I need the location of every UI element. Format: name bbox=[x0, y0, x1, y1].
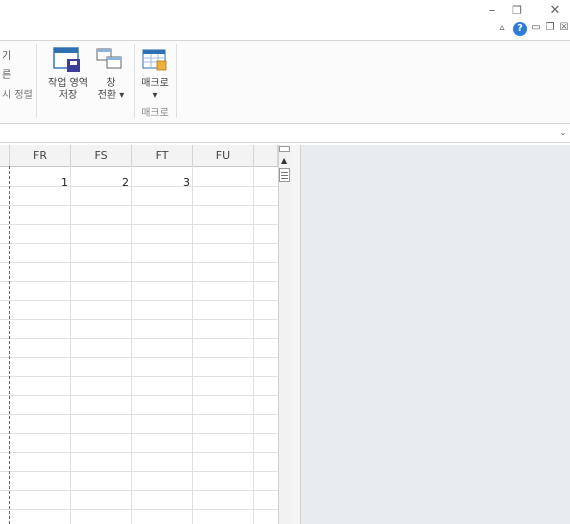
row-gridline bbox=[0, 414, 278, 415]
spreadsheet-grid[interactable] bbox=[0, 145, 278, 524]
ribbon-group-separator bbox=[36, 44, 37, 118]
row-gridline bbox=[0, 300, 278, 301]
column-gridline bbox=[131, 166, 132, 524]
scroll-up-icon[interactable]: ▲ bbox=[281, 157, 287, 165]
ribbon-group-separator bbox=[176, 44, 177, 118]
side-panel bbox=[301, 145, 570, 524]
macros-label: 매크로 ▾ bbox=[141, 78, 169, 101]
column-header-fr[interactable]: FR bbox=[10, 145, 71, 167]
switch-windows-label: 창 전환 ▾ bbox=[97, 78, 125, 101]
ribbon-partial-label[interactable]: 기 bbox=[2, 47, 11, 62]
doc-close-button[interactable]: ☒ bbox=[557, 21, 570, 35]
save-workspace-button[interactable] bbox=[52, 46, 82, 74]
formula-bar[interactable] bbox=[0, 124, 570, 143]
close-button[interactable]: ✕ bbox=[545, 2, 565, 20]
cell-fs1[interactable]: 2 bbox=[71, 176, 129, 189]
doc-restore-button[interactable]: ❐ bbox=[543, 21, 557, 35]
switch-windows-icon bbox=[96, 48, 122, 69]
ribbon-partial-label[interactable]: 른 bbox=[2, 66, 11, 81]
row-gridline bbox=[0, 262, 278, 263]
row-gridline bbox=[0, 357, 278, 358]
column-gridline bbox=[70, 166, 71, 524]
column-header[interactable] bbox=[254, 145, 278, 167]
macros-button[interactable] bbox=[142, 48, 168, 74]
page-break-line bbox=[9, 166, 10, 524]
row-gridline bbox=[0, 433, 278, 434]
row-gridline bbox=[0, 395, 278, 396]
row-gridline bbox=[0, 319, 278, 320]
row-gridline bbox=[0, 205, 278, 206]
cell-fr1[interactable]: 1 bbox=[10, 176, 68, 189]
minimize-button[interactable]: – bbox=[482, 2, 502, 20]
ribbon-partial-label[interactable]: 시 정렬 bbox=[2, 86, 33, 101]
column-gridline bbox=[253, 166, 254, 524]
panel-splitter[interactable] bbox=[292, 145, 301, 524]
column-header-ft[interactable]: FT bbox=[132, 145, 193, 167]
thumb-grip bbox=[281, 175, 288, 176]
restore-button[interactable]: ❐ bbox=[507, 2, 527, 20]
save-workspace-icon bbox=[53, 47, 80, 72]
column-header-fu[interactable]: FU bbox=[193, 145, 254, 167]
row-gridline bbox=[0, 338, 278, 339]
help-icon[interactable]: ? bbox=[513, 22, 527, 36]
ribbon-group-separator bbox=[134, 44, 135, 118]
switch-windows-button[interactable] bbox=[95, 46, 125, 74]
row-gridline bbox=[0, 471, 278, 472]
row-gridline bbox=[0, 224, 278, 225]
row-gridline bbox=[0, 490, 278, 491]
row-gridline bbox=[0, 281, 278, 282]
row-gridline bbox=[0, 376, 278, 377]
column-gridline bbox=[192, 166, 193, 524]
ribbon-group-label-macros: 매크로 bbox=[141, 108, 169, 119]
row-gridline bbox=[0, 509, 278, 510]
column-header-fs[interactable]: FS bbox=[71, 145, 132, 167]
doc-minimize-button[interactable]: ▭ bbox=[529, 21, 543, 35]
row-gridline bbox=[0, 243, 278, 244]
vertical-scrollbar[interactable] bbox=[278, 145, 293, 524]
thumb-grip bbox=[281, 178, 288, 179]
macros-icon bbox=[142, 49, 167, 71]
column-header[interactable] bbox=[0, 145, 10, 167]
row-gridline bbox=[0, 452, 278, 453]
formula-bar-expand-icon[interactable]: ⌄ bbox=[558, 128, 568, 138]
thumb-grip bbox=[281, 172, 288, 173]
split-handle[interactable] bbox=[279, 146, 290, 152]
cell-ft1[interactable]: 3 bbox=[132, 176, 190, 189]
save-workspace-label: 작업 영역 저장 bbox=[48, 78, 88, 101]
collapse-ribbon-icon[interactable]: ▵ bbox=[495, 21, 509, 35]
